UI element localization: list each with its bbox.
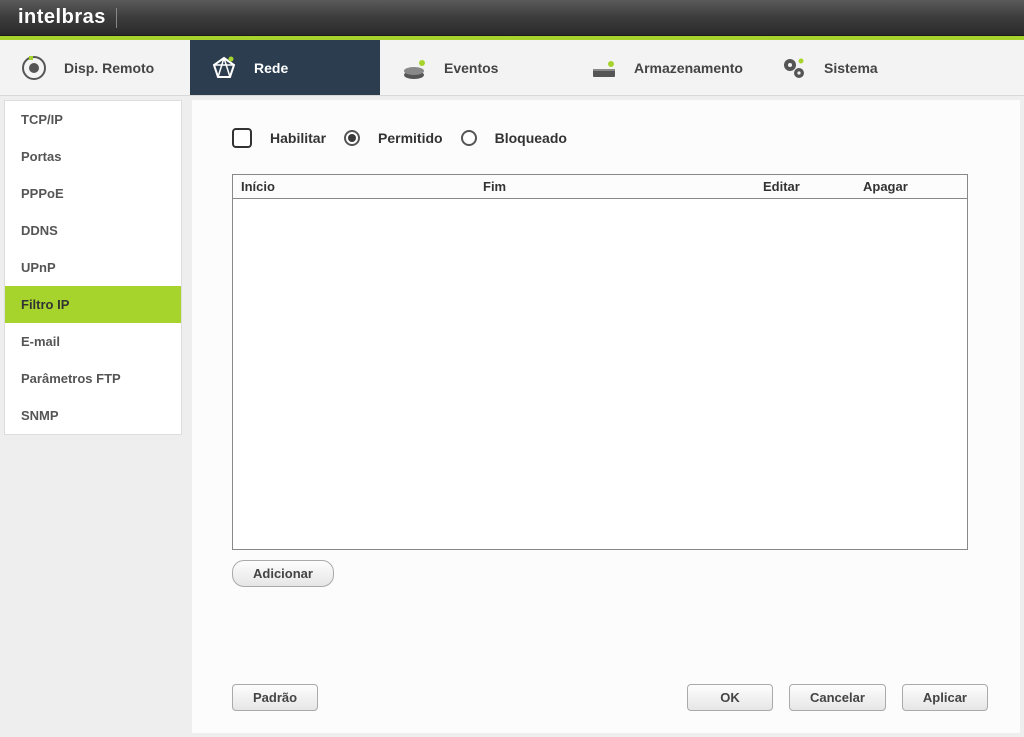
sidebar-item-label: Parâmetros FTP xyxy=(21,371,121,386)
allowed-label: Permitido xyxy=(378,130,443,146)
sidebar-item-ftp-params[interactable]: Parâmetros FTP xyxy=(5,360,181,397)
tab-label: Rede xyxy=(254,60,288,76)
table-body xyxy=(233,199,967,549)
sidebar-item-label: DDNS xyxy=(21,223,58,238)
cancel-button[interactable]: Cancelar xyxy=(789,684,886,711)
sidebar: TCP/IP Portas PPPoE DDNS UPnP Filtro IP … xyxy=(4,100,182,435)
bottom-button-row: Padrão OK Cancelar Aplicar xyxy=(232,684,988,711)
blocked-radio[interactable] xyxy=(461,130,477,146)
sidebar-item-label: PPPoE xyxy=(21,186,64,201)
tab-label: Armazenamento xyxy=(634,60,743,76)
sidebar-item-label: TCP/IP xyxy=(21,112,63,127)
brand-logo-text: intelbras xyxy=(18,6,106,29)
add-button-row: Adicionar xyxy=(232,566,988,581)
sidebar-item-pppoe[interactable]: PPPoE xyxy=(5,175,181,212)
sidebar-item-upnp[interactable]: UPnP xyxy=(5,249,181,286)
brand-divider xyxy=(116,8,117,28)
ok-button[interactable]: OK xyxy=(687,684,773,711)
events-icon xyxy=(398,52,430,84)
col-fim: Fim xyxy=(483,179,763,194)
tab-storage[interactable]: Armazenamento xyxy=(570,40,760,95)
controls-row: Habilitar Permitido Bloqueado xyxy=(232,128,988,148)
sidebar-item-email[interactable]: E-mail xyxy=(5,323,181,360)
sidebar-item-snmp[interactable]: SNMP xyxy=(5,397,181,434)
gear-icon xyxy=(778,52,810,84)
sidebar-item-label: UPnP xyxy=(21,260,56,275)
allowed-radio[interactable] xyxy=(344,130,360,146)
tab-label: Eventos xyxy=(444,60,498,76)
sidebar-item-label: SNMP xyxy=(21,408,59,423)
sidebar-item-ip-filter[interactable]: Filtro IP xyxy=(5,286,181,323)
main-tabs: Disp. Remoto Rede Eventos Armazenamento … xyxy=(0,40,1024,96)
brand-bar: intelbras xyxy=(0,0,1024,36)
col-inicio: Início xyxy=(233,179,483,194)
ip-filter-table: Início Fim Editar Apagar xyxy=(232,174,968,550)
default-button[interactable]: Padrão xyxy=(232,684,318,711)
spacer xyxy=(318,684,671,711)
sidebar-item-tcpip[interactable]: TCP/IP xyxy=(5,101,181,138)
sidebar-item-ddns[interactable]: DDNS xyxy=(5,212,181,249)
network-icon xyxy=(208,52,240,84)
tab-events[interactable]: Eventos xyxy=(380,40,570,95)
col-apagar: Apagar xyxy=(863,179,963,194)
sidebar-item-ports[interactable]: Portas xyxy=(5,138,181,175)
tab-label: Disp. Remoto xyxy=(64,60,154,76)
table-header: Início Fim Editar Apagar xyxy=(233,175,967,199)
tab-remote-device[interactable]: Disp. Remoto xyxy=(0,40,190,95)
content-area: TCP/IP Portas PPPoE DDNS UPnP Filtro IP … xyxy=(0,96,1024,737)
tab-network[interactable]: Rede xyxy=(190,40,380,95)
enable-checkbox[interactable] xyxy=(232,128,252,148)
sidebar-item-label: Portas xyxy=(21,149,61,164)
blocked-label: Bloqueado xyxy=(495,130,567,146)
enable-label: Habilitar xyxy=(270,130,326,146)
col-editar: Editar xyxy=(763,179,863,194)
add-button[interactable]: Adicionar xyxy=(232,560,334,587)
storage-icon xyxy=(588,52,620,84)
apply-button[interactable]: Aplicar xyxy=(902,684,988,711)
main-panel: Habilitar Permitido Bloqueado Início Fim… xyxy=(192,100,1020,733)
sidebar-item-label: E-mail xyxy=(21,334,60,349)
camera-icon xyxy=(18,52,50,84)
tab-system[interactable]: Sistema xyxy=(760,40,950,95)
tab-label: Sistema xyxy=(824,60,878,76)
sidebar-item-label: Filtro IP xyxy=(21,297,69,312)
